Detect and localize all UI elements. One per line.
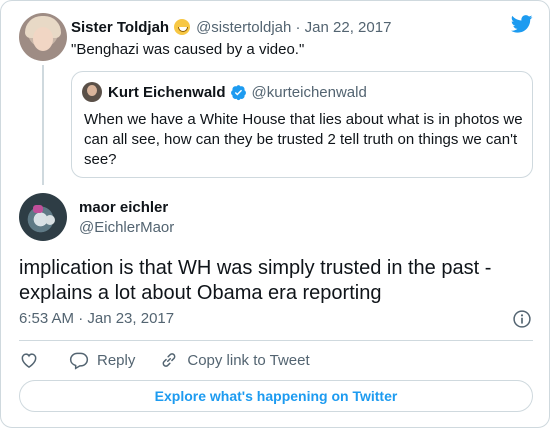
divider bbox=[19, 340, 533, 341]
link-icon bbox=[162, 353, 176, 367]
explore-twitter-button[interactable]: Explore what's happening on Twitter bbox=[19, 380, 533, 412]
author-name[interactable]: Sister Toldjah bbox=[71, 19, 169, 36]
avatar[interactable] bbox=[82, 82, 102, 102]
parent-tweet-header: Sister Toldjah @sistertoldjah · Jan 22, … bbox=[71, 17, 391, 37]
author-handle[interactable]: @kurteichenwald bbox=[252, 84, 367, 101]
info-icon[interactable] bbox=[512, 309, 532, 329]
copy-link-button[interactable]: Copy link to Tweet bbox=[159, 350, 310, 370]
grinning-face-emoji-icon bbox=[174, 19, 191, 35]
author-handle[interactable]: @EichlerMaor bbox=[79, 219, 174, 236]
reply-label: Reply bbox=[97, 351, 136, 369]
reply-bubble-icon bbox=[69, 352, 89, 370]
tweet-timestamp[interactable]: 6:53 AM · Jan 23, 2017 bbox=[19, 310, 174, 327]
quoted-tweet-header: Kurt Eichenwald @kurteichenwald bbox=[108, 82, 367, 102]
quoted-tweet-text: When we have a White House that lies abo… bbox=[84, 111, 523, 168]
tweet-text: "Benghazi was caused by a video." bbox=[71, 41, 305, 58]
reply-button[interactable]: Reply bbox=[69, 350, 135, 370]
like-button[interactable] bbox=[19, 350, 39, 370]
author-name[interactable]: Kurt Eichenwald bbox=[108, 84, 226, 101]
avatar[interactable] bbox=[19, 13, 67, 61]
tweet-text: implication is that WH was simply truste… bbox=[19, 257, 492, 304]
tweet-actions: Reply Copy link to Tweet bbox=[19, 348, 310, 372]
tweet-embed-card: Sister Toldjah @sistertoldjah · Jan 22, … bbox=[0, 0, 550, 428]
copy-link-label: Copy link to Tweet bbox=[187, 351, 310, 369]
thread-connector-line bbox=[42, 65, 44, 185]
avatar[interactable] bbox=[19, 193, 67, 241]
verified-badge-icon bbox=[230, 84, 246, 100]
heart-icon bbox=[21, 353, 37, 368]
author-name[interactable]: maor eichler bbox=[79, 199, 168, 216]
quoted-tweet[interactable]: Kurt Eichenwald @kurteichenwald When we … bbox=[71, 71, 533, 178]
author-handle-date[interactable]: @sistertoldjah · Jan 22, 2017 bbox=[196, 19, 391, 36]
